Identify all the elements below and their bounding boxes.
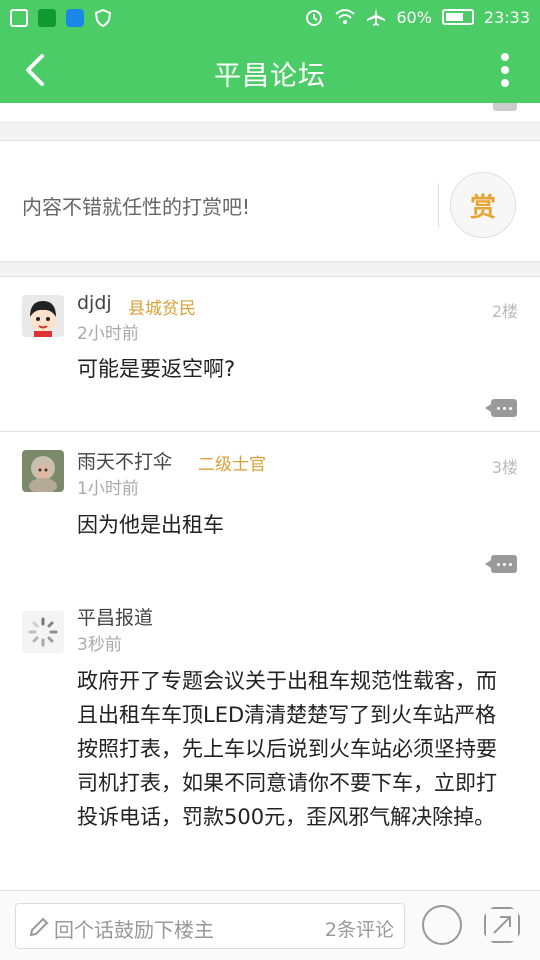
comment-item: 雨天不打伞 二级士官 1小时前 3楼 因为他是出租车 <box>0 433 540 590</box>
pencil-icon <box>29 917 49 937</box>
comment-input-placeholder: 回个话鼓励下楼主 <box>54 918 214 942</box>
game-notification-icon <box>38 9 56 27</box>
user-rank: 县城贫民 <box>128 299 196 319</box>
avatar[interactable] <box>22 295 64 337</box>
cloud-notification-icon <box>66 9 84 27</box>
share-icon[interactable] <box>482 905 522 945</box>
comment-text: 可能是要返空啊? <box>77 357 236 381</box>
comment-count[interactable]: 2条评论 <box>325 915 394 942</box>
post-time: 3秒前 <box>77 635 122 655</box>
post-time: 1小时前 <box>77 479 139 499</box>
reward-button[interactable]: 赏 <box>450 172 516 238</box>
reply-icon[interactable] <box>493 103 517 111</box>
comment-item: 平昌报道 3秒前 政府开了专题会议关于出租车规范性载客，而且出租车车顶LED清清… <box>0 589 540 891</box>
airplane-mode-icon <box>367 8 386 26</box>
username[interactable]: 平昌报道 <box>77 603 153 630</box>
app-header: 平昌论坛 <box>0 38 540 103</box>
status-bar: 60% 23:33 <box>0 0 540 38</box>
post-time: 2小时前 <box>77 324 139 344</box>
more-options-icon[interactable] <box>490 50 520 90</box>
avatar[interactable] <box>22 450 64 492</box>
username[interactable]: djdj <box>77 292 112 314</box>
battery-icon <box>441 9 474 25</box>
page-title: 平昌论坛 <box>214 61 326 92</box>
battery-percent: 60% <box>396 7 432 27</box>
comment-input[interactable]: 回个话鼓励下楼主 2条评论 <box>15 903 405 949</box>
comment-text: 因为他是出租车 <box>77 513 224 537</box>
shield-icon <box>94 9 112 27</box>
floor-number: 3楼 <box>491 458 518 477</box>
previous-content-edge <box>0 103 540 123</box>
loading-spinner-icon <box>22 611 64 653</box>
wifi-icon <box>335 9 355 24</box>
top-bar: 60% 23:33 平昌论坛 <box>0 0 540 103</box>
username[interactable]: 雨天不打伞 <box>77 447 172 474</box>
reply-icon[interactable] <box>485 399 517 417</box>
bottom-bar: 回个话鼓励下楼主 2条评论 <box>0 890 540 960</box>
user-rank: 二级士官 <box>198 455 266 475</box>
divider <box>438 183 439 227</box>
comment-list: djdj 县城贫民 2小时前 2楼 可能是要返空啊? 雨天不打伞 二级士官 1小… <box>0 276 540 890</box>
alarm-icon <box>306 10 323 26</box>
favorite-icon[interactable] <box>422 905 462 945</box>
reward-text: 内容不错就任性的打赏吧! <box>22 195 251 219</box>
comment-text: 政府开了专题会议关于出租车规范性载客，而且出租车车顶LED清清楚楚写了到火车站严… <box>77 669 497 829</box>
floor-number: 2楼 <box>491 302 518 321</box>
reply-icon[interactable] <box>485 555 517 573</box>
reward-card: 内容不错就任性的打赏吧! 赏 <box>0 140 540 262</box>
app-notification-icon <box>10 9 28 27</box>
clock: 23:33 <box>483 7 530 27</box>
comment-item: djdj 县城贫民 2小时前 2楼 可能是要返空啊? <box>0 277 540 432</box>
